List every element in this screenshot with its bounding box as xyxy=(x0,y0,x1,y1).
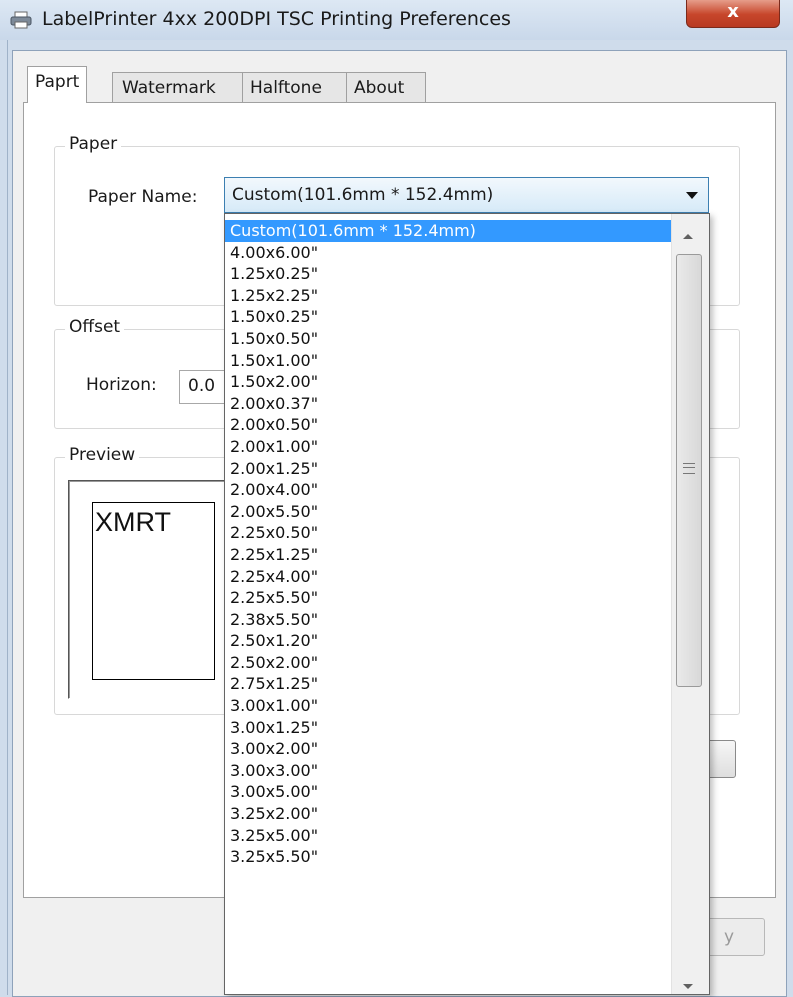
paper-option[interactable]: 2.25x0.50" xyxy=(225,522,671,544)
tab-about[interactable]: About xyxy=(346,72,426,102)
paper-name-label: Paper Name: xyxy=(88,187,198,207)
paper-option[interactable]: 2.00x5.50" xyxy=(225,501,671,523)
horizon-input[interactable]: 0.0 xyxy=(179,370,229,404)
paper-option[interactable]: 3.00x1.25" xyxy=(225,717,671,739)
paper-name-selected: Custom(101.6mm * 152.4mm) xyxy=(232,185,494,205)
paper-option[interactable]: 2.50x1.20" xyxy=(225,630,671,652)
paper-option[interactable]: 3.00x1.00" xyxy=(225,695,671,717)
paper-option[interactable]: 3.25x5.50" xyxy=(225,846,671,868)
preview-area: XMRT xyxy=(68,480,228,699)
preview-page: XMRT xyxy=(92,502,215,680)
close-icon: x xyxy=(727,1,739,22)
horizon-value: 0.0 xyxy=(188,376,216,396)
horizon-label: Horizon: xyxy=(86,375,157,395)
paper-option[interactable]: 1.50x0.25" xyxy=(225,306,671,328)
paper-option[interactable]: 1.25x0.25" xyxy=(225,263,671,285)
paper-name-dropdown[interactable]: Custom(101.6mm * 152.4mm) xyxy=(224,177,709,213)
paper-option[interactable]: Custom(101.6mm * 152.4mm) xyxy=(225,220,671,242)
paper-option[interactable]: 4.00x6.00" xyxy=(225,242,671,264)
tab-label: About xyxy=(354,78,405,98)
paper-option[interactable]: 2.75x1.25" xyxy=(225,673,671,695)
paper-name-list: Custom(101.6mm * 152.4mm) 4.00x6.00" 1.25x… xyxy=(224,213,710,995)
paper-option[interactable]: 2.50x2.00" xyxy=(225,652,671,674)
paper-option[interactable]: 3.25x5.00" xyxy=(225,825,671,847)
printer-icon xyxy=(10,11,32,29)
paper-option[interactable]: 3.00x2.00" xyxy=(225,738,671,760)
paper-option[interactable]: 2.00x0.50" xyxy=(225,414,671,436)
paper-option[interactable]: 1.50x2.00" xyxy=(225,371,671,393)
paper-option[interactable]: 2.00x4.00" xyxy=(225,479,671,501)
paper-option[interactable]: 3.25x2.00" xyxy=(225,803,671,825)
scroll-down-arrow-icon[interactable] xyxy=(683,984,693,989)
preview-sample-text: XMRT xyxy=(95,507,172,537)
paper-option[interactable]: 2.00x0.37" xyxy=(225,393,671,415)
grip-icon xyxy=(683,463,695,474)
paper-option[interactable]: 2.00x1.25" xyxy=(225,458,671,480)
paper-option[interactable]: 2.38x5.50" xyxy=(225,609,671,631)
paper-option[interactable]: 3.00x3.00" xyxy=(225,760,671,782)
tab-paprt[interactable]: Paprt xyxy=(27,66,88,103)
tab-label: Halftone xyxy=(250,78,322,98)
close-button[interactable]: x xyxy=(686,0,780,28)
paper-option[interactable]: 2.00x1.00" xyxy=(225,436,671,458)
paper-option[interactable]: 1.50x0.50" xyxy=(225,328,671,350)
scrollbar-thumb[interactable] xyxy=(676,254,702,687)
preview-group-label: Preview xyxy=(65,445,140,465)
paper-option[interactable]: 1.25x2.25" xyxy=(225,285,671,307)
paper-option[interactable]: 2.25x1.25" xyxy=(225,544,671,566)
tab-label: Paprt xyxy=(35,72,80,92)
paper-group-label: Paper xyxy=(65,134,122,154)
list-scrollbar[interactable] xyxy=(671,214,709,994)
scroll-up-arrow-icon[interactable] xyxy=(683,234,693,239)
offset-group-label: Offset xyxy=(65,317,125,337)
paper-option[interactable]: 2.25x5.50" xyxy=(225,587,671,609)
apply-button-label: y xyxy=(723,927,734,947)
tab-watermark[interactable]: Watermark xyxy=(112,72,243,102)
option-list: Custom(101.6mm * 152.4mm) 4.00x6.00" 1.25x… xyxy=(225,220,671,868)
chevron-down-icon[interactable] xyxy=(686,192,698,199)
window-title: LabelPrinter 4xx 200DPI TSC Printing Pre… xyxy=(42,8,511,30)
paper-option[interactable]: 2.25x4.00" xyxy=(225,566,671,588)
title-bar: LabelPrinter 4xx 200DPI TSC Printing Pre… xyxy=(0,0,793,40)
paper-option[interactable]: 3.00x5.00" xyxy=(225,781,671,803)
paper-option[interactable]: 1.50x1.00" xyxy=(225,350,671,372)
tab-label: Watermark xyxy=(122,78,216,98)
tab-halftone[interactable]: Halftone xyxy=(242,72,347,102)
